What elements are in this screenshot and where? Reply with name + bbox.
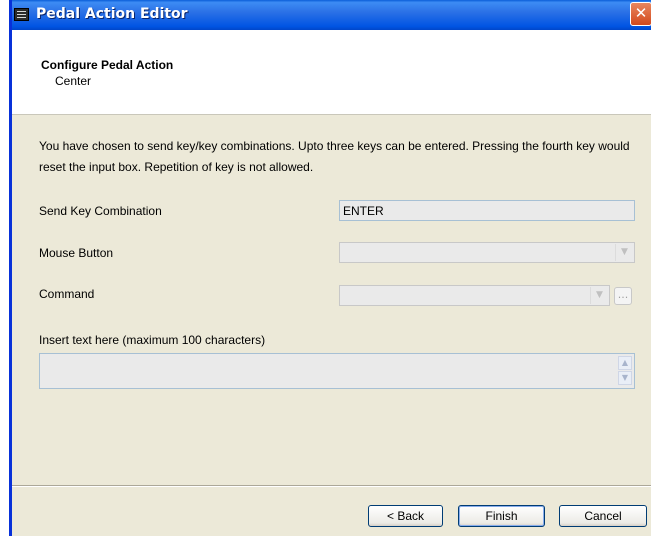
window-title: Pedal Action Editor	[36, 6, 188, 22]
arrow-down-icon[interactable]: ▼	[618, 371, 632, 385]
command-browse-button[interactable]: ...	[614, 287, 632, 305]
footer-divider	[12, 485, 651, 486]
close-button[interactable]: ✕	[630, 2, 651, 26]
header-subtitle: Center	[55, 74, 92, 88]
back-button[interactable]: < Back	[368, 505, 443, 527]
finish-button[interactable]: Finish	[458, 505, 545, 527]
chevron-down-icon[interactable]: ▼	[615, 244, 633, 261]
send-key-value: ENTER	[343, 204, 384, 218]
wizard-content: You have chosen to send key/key combinat…	[12, 115, 651, 485]
cancel-button[interactable]: Cancel	[559, 505, 647, 527]
app-icon	[14, 8, 29, 21]
mouse-button-select[interactable]: ▼	[339, 242, 635, 263]
description-text: You have chosen to send key/key combinat…	[39, 139, 630, 174]
command-label: Command	[39, 287, 95, 301]
insert-text-area[interactable]: ▲ ▼	[39, 353, 635, 389]
header-title: Configure Pedal Action	[41, 58, 174, 72]
pedal-action-editor-window: Pedal Action Editor ✕ Configure Pedal Ac…	[9, 0, 651, 536]
wizard-header: Configure Pedal Action Center	[12, 30, 651, 115]
chevron-down-icon[interactable]: ▼	[590, 287, 608, 304]
title-bar[interactable]: Pedal Action Editor ✕	[12, 0, 651, 30]
command-select[interactable]: ▼	[339, 285, 610, 306]
mouse-button-label: Mouse Button	[39, 246, 114, 260]
arrow-up-icon[interactable]: ▲	[618, 356, 632, 370]
send-key-input[interactable]: ENTER	[339, 200, 635, 221]
insert-text-label: Insert text here (maximum 100 characters…	[39, 333, 266, 347]
send-key-label: Send Key Combination	[39, 204, 162, 218]
